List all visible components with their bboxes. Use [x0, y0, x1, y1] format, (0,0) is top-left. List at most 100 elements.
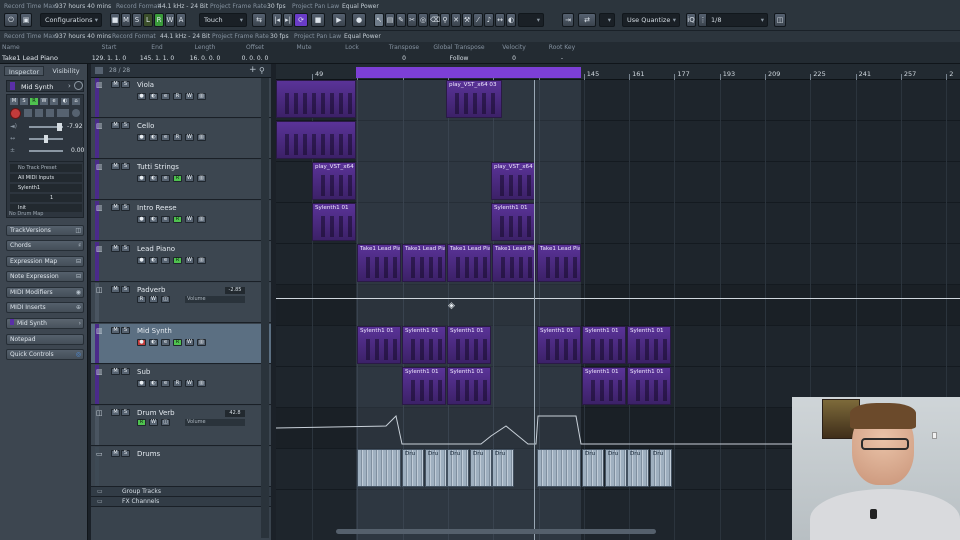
drum-part[interactable] [357, 449, 401, 487]
track-row[interactable]: ◫ Drum Verb M S R W ◫ Volume 42.8 [91, 406, 271, 446]
mute-toggle[interactable]: M [111, 245, 120, 252]
transpose-value[interactable]: 0 [380, 55, 428, 62]
horizontal-scrollbar[interactable] [336, 529, 656, 534]
project-cursor[interactable] [534, 80, 535, 540]
midi-part[interactable]: Sylenth1 01 [357, 326, 401, 364]
midi-output-dropdown[interactable]: Sylenth1 [10, 184, 82, 192]
read-toggle[interactable]: R [173, 93, 182, 100]
time-base-icon[interactable] [35, 109, 43, 117]
info-mute[interactable]: Mute [282, 44, 326, 55]
info-lock[interactable]: Lock [330, 44, 374, 55]
drum-map-field[interactable]: No Drum Map [9, 211, 43, 217]
write-toggle[interactable]: W [185, 93, 194, 100]
midi-part[interactable]: Take1 Lead Piano [357, 244, 401, 282]
record-enable-button[interactable]: ● [137, 380, 146, 387]
folder-group-tracks[interactable]: ▭ Group Tracks [91, 487, 271, 497]
go-start-icon[interactable]: |◂ [272, 13, 282, 27]
drum-part[interactable]: Dru [425, 449, 447, 487]
track-row[interactable]: ▥ Mid Synth M S ● ◐ e R W ▥ [91, 324, 271, 364]
midi-part[interactable]: Take1 Lead Piano [492, 244, 536, 282]
track-name[interactable]: Tutti Strings [137, 163, 179, 171]
drum-part[interactable]: Dru [402, 449, 424, 487]
midi-part[interactable]: play_VST_x64 01 [312, 162, 356, 200]
keyboard-icon[interactable]: ▥ [197, 380, 206, 387]
edit-icon[interactable]: ◫ [161, 296, 170, 303]
keyboard-icon[interactable]: ▥ [197, 339, 206, 346]
power-icon[interactable]: ⏻ [4, 13, 18, 27]
end-value[interactable]: 145. 1. 1. 0 [136, 55, 178, 62]
volume-slider-handle[interactable] [57, 123, 62, 131]
monitor-button[interactable]: ◐ [149, 257, 158, 264]
comp-tool-icon[interactable]: ⚒ [462, 13, 472, 27]
settings-icon[interactable]: ▣ [20, 13, 32, 27]
info-global-transpose[interactable]: Global Transpose Follow [430, 44, 488, 62]
tab-inspector[interactable]: Inspector [4, 66, 44, 76]
track-name[interactable]: Lead Piano [137, 245, 175, 253]
monitor-button[interactable]: ◐ [149, 339, 158, 346]
read-toggle[interactable]: R [173, 380, 182, 387]
read-toggle[interactable]: R [30, 98, 38, 105]
volume-value[interactable]: -7.92 [67, 123, 83, 130]
write-toggle[interactable]: W [185, 339, 194, 346]
info-start[interactable]: Start 129. 1. 1. 0 [88, 44, 130, 62]
read-toggle[interactable]: R [173, 175, 182, 182]
write-toggle[interactable]: W [185, 175, 194, 182]
record-enable-button[interactable]: ● [137, 216, 146, 223]
write-toggle[interactable]: W [185, 257, 194, 264]
midi-part[interactable]: play_VST_x64 01 [491, 162, 535, 200]
glue-tool-icon[interactable]: ◎ [418, 13, 428, 27]
midi-part[interactable]: Sylenth1 01 [627, 367, 671, 405]
draw-tool-icon[interactable]: ✎ [396, 13, 406, 27]
midi-part[interactable]: play_VST_x64 03 [446, 80, 502, 118]
record-enable-button[interactable]: ● [137, 339, 146, 346]
section-note-expression[interactable]: Note Expression ⊟ [6, 271, 84, 282]
mute-toggle[interactable]: M [10, 98, 18, 105]
track-name[interactable]: Mid Synth [137, 327, 172, 335]
solo-toggle[interactable]: S [121, 122, 130, 129]
midi-part[interactable] [276, 121, 356, 159]
edit-instrument-icon[interactable] [74, 81, 83, 90]
root-key-value[interactable]: - [540, 55, 584, 62]
solo-toggle[interactable]: S [121, 81, 130, 88]
midi-part[interactable]: Take1 Lead Piano [402, 244, 446, 282]
color-tool-icon[interactable]: ◐ [506, 13, 516, 27]
pan-slider-handle[interactable] [44, 135, 48, 143]
read-toggle[interactable]: R [173, 339, 182, 346]
info-velocity[interactable]: Velocity 0 [492, 44, 536, 62]
edit-icon[interactable]: e [161, 216, 170, 223]
inspector-track-header[interactable]: Mid Synth › [6, 80, 84, 92]
read-toggle[interactable]: R [173, 216, 182, 223]
tab-visibility[interactable]: Visibility [46, 66, 86, 76]
drum-part[interactable]: Dru [582, 449, 604, 487]
midi-part[interactable]: Take1 Lead Piano [447, 244, 491, 282]
split-tool-icon[interactable]: ✂ [407, 13, 417, 27]
record-enable-button[interactable]: ● [137, 134, 146, 141]
info-length[interactable]: Length 16. 0. 0. 0 [184, 44, 226, 62]
keyboard-icon[interactable]: ▥ [197, 175, 206, 182]
monitor-button[interactable]: ◐ [149, 134, 158, 141]
track-preset-dropdown[interactable]: No Track Preset [10, 164, 82, 172]
mute-toggle[interactable]: M [111, 327, 120, 334]
record-icon[interactable]: ● [352, 13, 366, 27]
pointer-tool-icon[interactable]: ↖ [374, 13, 384, 27]
a-button[interactable]: A [176, 13, 186, 27]
midi-part[interactable]: Sylenth1 01 [447, 326, 491, 364]
mute-toggle[interactable]: M [111, 286, 120, 293]
monitor-button[interactable]: ◐ [149, 380, 158, 387]
automation-value[interactable]: -2.85 [225, 287, 245, 294]
track-name[interactable]: Drums [137, 450, 160, 458]
info-part-name[interactable]: Take1 Lead Piano [2, 54, 58, 62]
info-end[interactable]: End 145. 1. 1. 0 [136, 44, 178, 62]
toolbar-options-icon[interactable]: ◫ [774, 13, 786, 27]
solo-toggle[interactable]: S [20, 98, 28, 105]
edit-icon[interactable]: e [161, 134, 170, 141]
record-enable-button[interactable]: ● [137, 93, 146, 100]
write-toggle[interactable]: W [149, 419, 158, 426]
monitor-button[interactable]: ◐ [149, 175, 158, 182]
info-transpose[interactable]: Transpose 0 [380, 44, 428, 62]
midi-part[interactable]: Sylenth1 01 [627, 326, 671, 364]
audition-tool-icon[interactable]: ♪ [484, 13, 494, 27]
track-row[interactable]: ▭ Drums M S [91, 447, 271, 487]
track-row[interactable]: ◫ Padverb M S R W ◫ Volume -2.85 [91, 283, 271, 323]
keyboard-icon[interactable]: ▥ [197, 216, 206, 223]
